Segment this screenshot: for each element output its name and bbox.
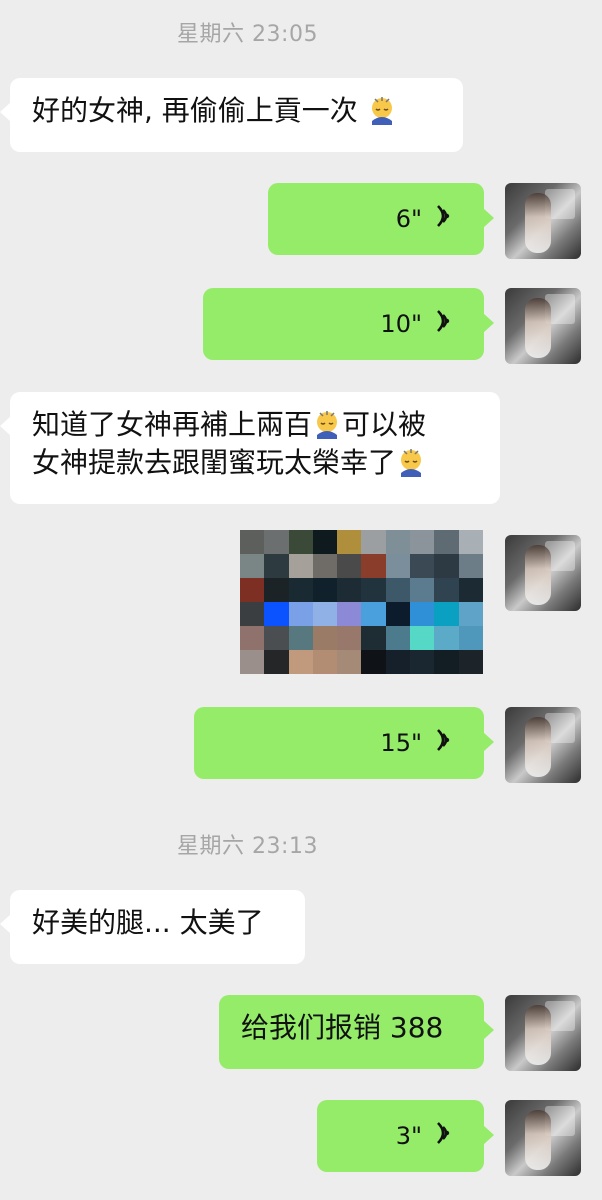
mosaic-cell [337, 578, 362, 602]
bowing-person-emoji-icon [367, 95, 397, 125]
avatar[interactable] [505, 707, 581, 783]
mosaic-cell [312, 578, 338, 602]
voice-duration: 6" [395, 205, 422, 233]
pixelated-image[interactable] [240, 530, 483, 674]
mosaic-cell [410, 602, 435, 626]
mosaic-cell [288, 650, 313, 674]
mosaic-cell [288, 578, 313, 602]
avatar[interactable] [505, 183, 581, 259]
message-text: 好美的腿... 太美了 [32, 906, 264, 939]
mosaic-cell [264, 602, 289, 626]
mosaic-cell [312, 530, 338, 554]
mosaic-cell [361, 578, 386, 602]
avatar[interactable] [505, 995, 581, 1071]
mosaic-cell [312, 554, 338, 578]
mosaic-cell [240, 626, 265, 650]
mosaic-cell [337, 530, 362, 554]
mosaic-cell [288, 602, 313, 626]
mosaic-cell [410, 530, 435, 554]
mosaic-cell [337, 650, 362, 674]
voice-duration: 15" [380, 729, 422, 757]
voice-message[interactable]: 10" [203, 288, 494, 360]
message-text: 可以被 [342, 408, 427, 441]
mosaic-cell [434, 650, 459, 674]
message-line: 知道了女神再補上兩百 可以被 [32, 406, 478, 444]
mosaic-cell [240, 554, 265, 578]
message-text: 知道了女神再補上兩百 [32, 408, 313, 441]
mosaic-cell [361, 650, 386, 674]
message-line: 女神提款去跟閨蜜玩太榮幸了 [32, 444, 478, 482]
mosaic-cell [337, 602, 362, 626]
voice-message[interactable]: 3" [317, 1100, 494, 1172]
mosaic-cell [385, 530, 411, 554]
avatar[interactable] [505, 288, 581, 364]
mosaic-cell [361, 602, 386, 626]
timestamp: 星期六 23:13 [177, 834, 318, 859]
mosaic-cell [458, 626, 483, 650]
mosaic-cell [434, 602, 459, 626]
mosaic-cell [458, 602, 483, 626]
mosaic-cell [410, 650, 435, 674]
mosaic-cell [337, 626, 362, 650]
mosaic-cell [410, 626, 435, 650]
mosaic-cell [264, 554, 289, 578]
mosaic-cell [240, 530, 265, 554]
incoming-message[interactable]: 好美的腿... 太美了 [0, 890, 305, 964]
mosaic-cell [264, 530, 289, 554]
mosaic-cell [458, 530, 483, 554]
voice-wave-icon [432, 726, 454, 761]
mosaic-cell [264, 650, 289, 674]
voice-message[interactable]: 6" [268, 183, 494, 255]
mosaic-cell [288, 530, 313, 554]
mosaic-cell [264, 626, 289, 650]
voice-wave-icon [432, 202, 454, 237]
message-text: 给我们报销 388 [241, 1011, 444, 1044]
mosaic-cell [312, 602, 338, 626]
mosaic-cell [458, 554, 483, 578]
mosaic-cell [385, 602, 411, 626]
mosaic-cell [337, 554, 362, 578]
mosaic-cell [458, 650, 483, 674]
mosaic-cell [361, 626, 386, 650]
mosaic-cell [385, 650, 411, 674]
mosaic-cell [410, 578, 435, 602]
mosaic-cell [361, 530, 386, 554]
bowing-person-emoji-icon [312, 409, 342, 439]
mosaic-cell [458, 578, 483, 602]
incoming-message[interactable]: 知道了女神再補上兩百 可以被 女神提款去跟閨蜜玩太榮幸了 [0, 392, 500, 504]
mosaic-cell [434, 554, 459, 578]
voice-duration: 10" [380, 310, 422, 338]
mosaic-cell [312, 650, 338, 674]
voice-duration: 3" [395, 1122, 422, 1150]
mosaic-cell [385, 554, 411, 578]
mosaic-cell [385, 578, 411, 602]
bowing-person-emoji-icon [396, 447, 426, 477]
mosaic-cell [240, 578, 265, 602]
mosaic-cell [240, 602, 265, 626]
incoming-message[interactable]: 好的女神, 再偷偷上貢一次 [0, 78, 463, 152]
avatar[interactable] [505, 1100, 581, 1176]
mosaic-cell [361, 554, 386, 578]
mosaic-cell [288, 626, 313, 650]
mosaic-cell [410, 554, 435, 578]
message-text: 好的女神, 再偷偷上貢一次 [32, 94, 358, 127]
mosaic-cell [240, 650, 265, 674]
mosaic-cell [385, 626, 411, 650]
mosaic-cell [264, 578, 289, 602]
timestamp: 星期六 23:05 [177, 22, 318, 47]
avatar[interactable] [505, 535, 581, 611]
mosaic-cell [312, 626, 338, 650]
mosaic-cell [434, 626, 459, 650]
outgoing-message[interactable]: 给我们报销 388 [219, 995, 494, 1069]
voice-wave-icon [432, 307, 454, 342]
message-text: 女神提款去跟閨蜜玩太榮幸了 [32, 446, 397, 479]
voice-message[interactable]: 15" [194, 707, 494, 779]
mosaic-cell [434, 578, 459, 602]
mosaic-cell [288, 554, 313, 578]
mosaic-cell [434, 530, 459, 554]
voice-wave-icon [432, 1119, 454, 1154]
